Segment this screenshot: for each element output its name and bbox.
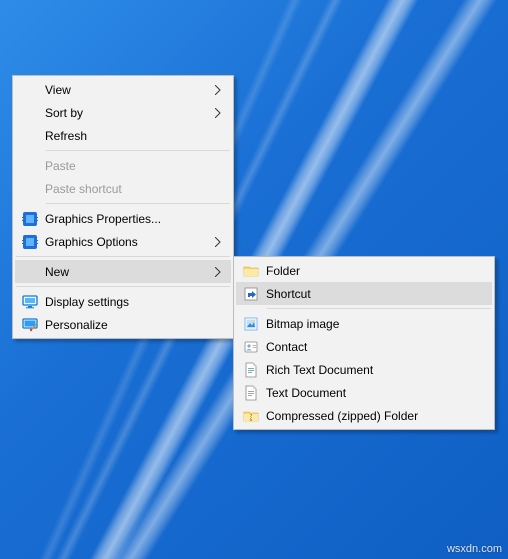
menu-item-label: Rich Text Document xyxy=(266,363,464,377)
menu-item-label: New xyxy=(45,265,203,279)
menu-item-graphics-properties[interactable]: Graphics Properties... xyxy=(15,207,231,230)
intel-graphics-icon xyxy=(21,210,39,228)
chevron-right-icon xyxy=(215,108,221,118)
menu-item-label: Paste xyxy=(45,159,203,173)
chevron-right-icon xyxy=(215,267,221,277)
menu-item-view[interactable]: View xyxy=(15,78,231,101)
menu-separator xyxy=(46,203,230,204)
menu-item-label: Graphics Options xyxy=(45,235,203,249)
menu-item-label: Refresh xyxy=(45,129,203,143)
menu-item-new[interactable]: New xyxy=(15,260,231,283)
rich-text-document-icon xyxy=(242,361,260,379)
personalize-icon xyxy=(21,316,39,334)
submenu-item-folder[interactable]: Folder xyxy=(236,259,492,282)
new-submenu: Folder Shortcut Bitmap image Contact Ric… xyxy=(233,256,495,430)
menu-item-paste-shortcut: Paste shortcut xyxy=(15,177,231,200)
chevron-right-icon xyxy=(215,237,221,247)
chevron-right-icon xyxy=(215,85,221,95)
menu-item-sort-by[interactable]: Sort by xyxy=(15,101,231,124)
menu-item-label: Compressed (zipped) Folder xyxy=(266,409,464,423)
menu-item-label: Text Document xyxy=(266,386,464,400)
menu-item-label: Contact xyxy=(266,340,464,354)
submenu-item-zip[interactable]: Compressed (zipped) Folder xyxy=(236,404,492,427)
submenu-item-rtf[interactable]: Rich Text Document xyxy=(236,358,492,381)
menu-item-label: Sort by xyxy=(45,106,203,120)
intel-graphics-icon xyxy=(21,233,39,251)
submenu-item-txt[interactable]: Text Document xyxy=(236,381,492,404)
submenu-item-contact[interactable]: Contact xyxy=(236,335,492,358)
menu-item-paste: Paste xyxy=(15,154,231,177)
menu-separator xyxy=(16,286,230,287)
menu-item-label: Bitmap image xyxy=(266,317,464,331)
zipped-folder-icon xyxy=(242,407,260,425)
folder-icon xyxy=(242,262,260,280)
menu-item-personalize[interactable]: Personalize xyxy=(15,313,231,336)
menu-item-label: View xyxy=(45,83,203,97)
menu-separator xyxy=(46,150,230,151)
monitor-icon xyxy=(21,293,39,311)
menu-item-refresh[interactable]: Refresh xyxy=(15,124,231,147)
bitmap-image-icon xyxy=(242,315,260,333)
menu-item-display-settings[interactable]: Display settings xyxy=(15,290,231,313)
submenu-item-bitmap[interactable]: Bitmap image xyxy=(236,312,492,335)
shortcut-icon xyxy=(242,285,260,303)
menu-item-label: Folder xyxy=(266,264,464,278)
menu-item-label: Paste shortcut xyxy=(45,182,203,196)
submenu-item-shortcut[interactable]: Shortcut xyxy=(236,282,492,305)
menu-item-label: Shortcut xyxy=(266,287,464,301)
desktop-context-menu: View Sort by Refresh Paste Paste shortcu… xyxy=(12,75,234,339)
menu-item-label: Display settings xyxy=(45,295,203,309)
menu-item-label: Graphics Properties... xyxy=(45,212,203,226)
menu-item-graphics-options[interactable]: Graphics Options xyxy=(15,230,231,253)
contact-icon xyxy=(242,338,260,356)
text-document-icon xyxy=(242,384,260,402)
menu-separator xyxy=(267,308,491,309)
watermark: wsxdn.com xyxy=(447,543,502,555)
menu-item-label: Personalize xyxy=(45,318,203,332)
menu-separator xyxy=(16,256,230,257)
